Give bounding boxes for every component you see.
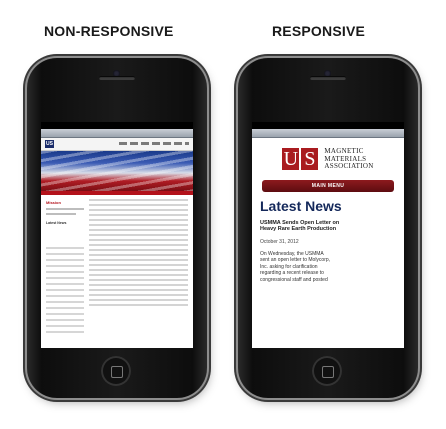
phone-speaker-icon: [99, 76, 135, 80]
home-button-icon[interactable]: [312, 356, 342, 386]
home-button-icon[interactable]: [101, 356, 131, 386]
desktop-text-line: [46, 213, 76, 215]
mobile-site-page: U S MAGNETIC MATERIALS ASSOCIATION MAIN …: [252, 138, 404, 283]
logo-letters: U S: [282, 148, 320, 171]
phone-speaker-icon: [310, 76, 346, 80]
non-responsive-label: NON-RESPONSIVE: [44, 23, 174, 39]
desktop-main-text: [89, 199, 188, 309]
logo-letter-s: S: [301, 148, 319, 171]
status-bar: [252, 122, 404, 129]
phone-screen-mobile-site[interactable]: U S MAGNETIC MATERIALS ASSOCIATION MAIN …: [252, 122, 404, 348]
desktop-site-banner-image: [41, 151, 193, 191]
responsive-label: RESPONSIVE: [272, 23, 366, 39]
article-title-link[interactable]: USMMA Sends Open Letter on Heavy Rare Ea…: [260, 220, 396, 233]
phone-screen-desktop-site[interactable]: US Mission Latest News: [41, 122, 193, 348]
browser-url-bar[interactable]: [41, 129, 193, 138]
article-excerpt: On Wednesday, the USMMA sent an open let…: [260, 251, 396, 284]
main-menu-button[interactable]: MAIN MENU: [262, 179, 394, 192]
news-heading: Latest News: [260, 197, 342, 214]
article-title-line-2: Heavy Rare Earth Production: [260, 226, 337, 232]
desktop-news-list[interactable]: [46, 247, 84, 337]
status-bar: [41, 122, 193, 129]
desktop-text-line: [46, 208, 84, 210]
desktop-site-body: Mission Latest News: [41, 195, 193, 348]
article-date: October 31, 2012: [260, 238, 299, 245]
flag-stripes: [41, 151, 193, 191]
desktop-site-nav[interactable]: [119, 142, 189, 145]
phone-non-responsive: US Mission Latest News: [27, 58, 207, 398]
desktop-site-header: US: [41, 138, 193, 151]
logo-letter-u: U: [282, 148, 300, 171]
browser-url-bar[interactable]: [252, 129, 404, 138]
logo-line-3: ASSOCIATION: [324, 162, 374, 170]
logo-wordmark: MAGNETIC MATERIALS ASSOCIATION: [324, 147, 374, 171]
article-text-line: congressional staff and posted: [260, 276, 328, 283]
phone-responsive: U S MAGNETIC MATERIALS ASSOCIATION MAIN …: [238, 58, 418, 398]
desktop-site-logo[interactable]: US: [45, 140, 54, 148]
mobile-site-logo[interactable]: U S MAGNETIC MATERIALS ASSOCIATION: [260, 147, 396, 171]
